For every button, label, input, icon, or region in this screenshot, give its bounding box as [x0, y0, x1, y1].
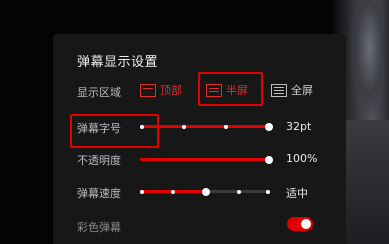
font-size-slider[interactable] — [140, 122, 273, 131]
area-option-half-screen[interactable]: 半屏 — [206, 82, 248, 98]
opacity-value: 100% — [286, 152, 318, 165]
speed-step-dot — [140, 189, 144, 194]
font-size-step-dot — [182, 124, 186, 129]
speed-label: 弹幕速度 — [77, 187, 121, 200]
font-size-label: 弹幕字号 — [77, 122, 121, 135]
half-screen-icon — [206, 83, 222, 97]
area-option-top[interactable]: 顶部 — [140, 82, 182, 98]
font-size-slider-fill — [140, 125, 270, 128]
speed-step-dot — [266, 189, 270, 194]
speed-slider[interactable] — [140, 187, 270, 196]
opacity-slider-handle[interactable] — [265, 155, 273, 164]
opacity-slider-fill — [140, 158, 270, 161]
panel-title: 弹幕显示设置 — [77, 55, 159, 70]
full-screen-icon — [271, 83, 287, 97]
display-area-label: 显示区域 — [77, 86, 121, 99]
speed-step-dot — [171, 189, 175, 194]
color-danmaku-toggle[interactable] — [287, 217, 313, 231]
speed-value: 适中 — [286, 187, 308, 200]
color-danmaku-label: 彩色弹幕 — [77, 221, 121, 234]
top-area-icon — [140, 83, 156, 97]
font-size-step-dot — [140, 124, 144, 129]
opacity-label: 不透明度 — [77, 154, 121, 167]
speed-slider-handle[interactable] — [202, 187, 210, 196]
danmaku-settings-panel: 弹幕显示设置 显示区域 顶部 半屏 全屏 弹幕字号 32pt 不透明度 100%… — [53, 34, 346, 244]
font-size-value: 32pt — [286, 120, 312, 133]
font-size-slider-handle[interactable] — [265, 122, 273, 131]
opacity-slider[interactable] — [140, 155, 273, 164]
font-size-step-dot — [224, 124, 228, 129]
area-option-full-screen[interactable]: 全屏 — [271, 82, 313, 98]
toggle-knob — [301, 219, 311, 229]
speed-step-dot — [237, 189, 241, 194]
